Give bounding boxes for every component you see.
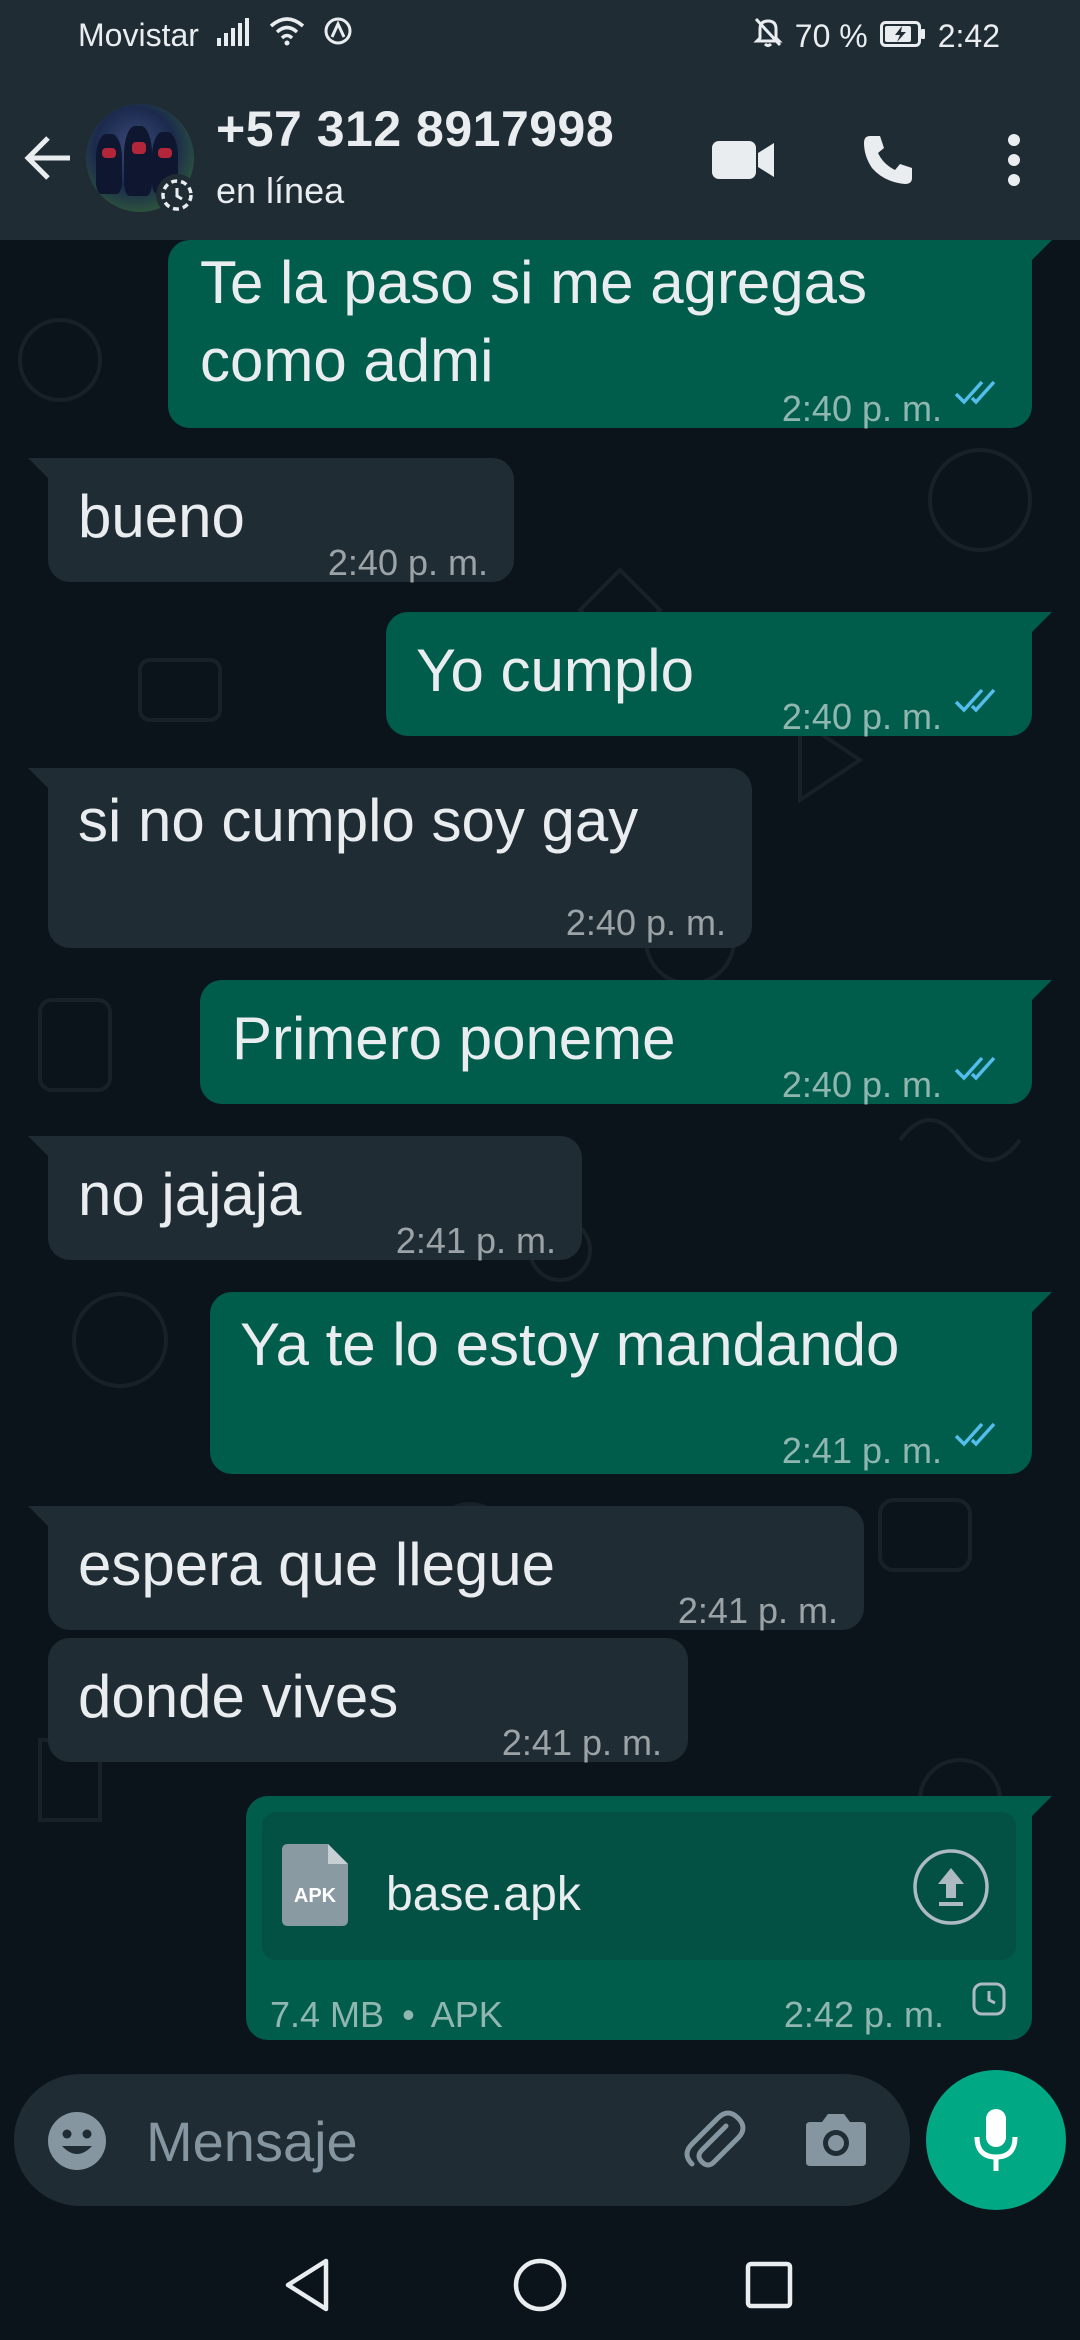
more-options-icon[interactable] [974,120,1054,200]
file-name: base.apk [386,1868,581,1921]
apk-icon-label: APK [294,1885,337,1907]
contact-name[interactable]: +57 312 8917998 [216,100,614,158]
data-saver-icon [323,16,353,54]
message-time: 2:40 p. m. [781,388,942,429]
battery-percent: 70 % [794,17,868,54]
message-text: Primero poneme [232,1005,676,1072]
message-time: 2:41 p. m. [781,1430,942,1471]
system-navigation-bar [0,2230,1080,2340]
message-text: donde vives [78,1663,399,1730]
nav-home-icon[interactable] [505,2250,575,2320]
emoji-icon[interactable] [46,2110,108,2172]
message-time: 2:41 p. m. [395,1220,556,1261]
message-text: Te la paso si me agregas [200,249,868,316]
file-message-bubble[interactable]: APK base.apk 7.4 MB • APK 2:42 p. m. [246,1796,1052,2040]
message-bubble-incoming[interactable]: bueno 2:40 p. m. [28,458,514,583]
message-text: como admi [200,327,494,394]
attach-clip-icon[interactable] [678,2106,748,2176]
file-type: APK [430,1994,503,2035]
chat-header: +57 312 8917998 en línea [0,70,1080,240]
message-time: 2:40 p. m. [781,1064,942,1105]
message-time: 2:40 p. m. [781,696,942,737]
message-bubble-incoming[interactable]: donde vives 2:41 p. m. [48,1638,688,1763]
status-bar: Movistar 70 % 2:42 [0,0,1080,70]
carrier-name: Movistar [78,16,199,53]
upload-icon[interactable] [912,1848,990,1926]
message-text: no jajaja [78,1161,302,1228]
camera-icon[interactable] [804,2110,868,2168]
message-bubble-outgoing[interactable]: Yo cumplo 2:40 p. m. [386,612,1052,737]
microphone-icon [974,2109,1018,2171]
read-ticks-icon [954,1422,996,1447]
meta-separator: • [402,1994,415,2035]
message-bubble-outgoing[interactable]: Ya te lo estoy mandando 2:41 p. m. [210,1292,1052,1474]
message-bubble-incoming[interactable]: si no cumplo soy gay 2:40 p. m. [28,768,752,948]
video-call-icon[interactable] [704,120,784,200]
voice-call-icon[interactable] [848,120,928,200]
back-arrow-icon[interactable] [22,132,74,184]
file-size: 7.4 MB [270,1994,385,2035]
pending-clock-icon [972,1982,1006,2016]
battery-charging-icon [879,18,926,55]
message-text: Ya te lo estoy mandando [240,1311,900,1378]
nav-recents-icon[interactable] [734,2250,804,2320]
message-text: Yo cumplo [416,637,694,704]
message-bubble-outgoing[interactable]: Primero poneme 2:40 p. m. [200,980,1052,1105]
message-input[interactable] [144,2104,668,2178]
message-time: 2:41 p. m. [677,1590,838,1631]
contact-status: en línea [216,170,345,211]
chat-area[interactable]: Te la paso si me agregas como admi 2:40 … [0,240,1080,2078]
read-ticks-icon [954,1056,996,1081]
message-time: 2:41 p. m. [501,1722,662,1763]
file-card[interactable]: APK base.apk [262,1812,1016,1960]
message-text: si no cumplo soy gay [78,787,639,854]
message-time: 2:42 p. m. [783,1994,944,2035]
nav-back-icon[interactable] [272,2250,342,2320]
read-ticks-icon [954,380,996,405]
message-time: 2:40 p. m. [327,542,488,583]
message-text: espera que llegue [78,1531,556,1598]
wifi-icon [269,16,305,54]
message-bubble-outgoing[interactable]: Te la paso si me agregas como admi 2:40 … [168,240,1052,429]
message-time: 2:40 p. m. [565,902,726,943]
message-text: bueno [78,483,245,550]
status-ring-icon [156,174,198,216]
clock: 2:42 [937,17,1000,54]
signal-icon [216,17,251,54]
mute-notifications-icon [753,16,783,56]
mic-button[interactable] [926,2070,1066,2210]
message-bubble-incoming[interactable]: no jajaja 2:41 p. m. [28,1136,582,1261]
message-bubble-incoming[interactable]: espera que llegue 2:41 p. m. [28,1506,864,1631]
read-ticks-icon [954,688,996,713]
apk-file-icon: APK [282,1844,348,1926]
message-composer [14,2074,910,2206]
